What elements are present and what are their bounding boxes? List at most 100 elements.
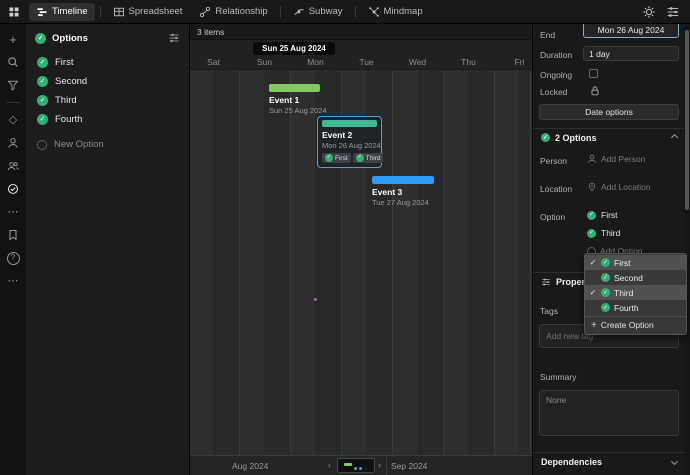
section-title: Dependencies (541, 457, 602, 467)
items-count: 3 items (197, 27, 224, 37)
view-options-sliders-icon[interactable] (666, 5, 680, 19)
end-label: End (540, 30, 555, 40)
person-icon[interactable] (5, 135, 21, 151)
overflow-icon[interactable]: ⋯ (5, 273, 21, 289)
check-circle-icon: ✓ (587, 211, 596, 220)
check-circle-icon: ✓ (601, 303, 610, 312)
tab-label: Subway (309, 6, 343, 17)
scrollbar-thumb[interactable] (685, 30, 689, 210)
tab-mindmap[interactable]: Mindmap (361, 3, 430, 21)
options-check-circle-icon[interactable] (5, 181, 21, 197)
timeline-grid[interactable]: Event 1 Sun 25 Aug 2024 Event 2 Mon 26 A… (190, 71, 532, 455)
option-list-item[interactable]: ✓ Second (26, 72, 189, 91)
rail-divider (6, 102, 20, 103)
event-2-bar[interactable] (322, 120, 377, 127)
options-section-header[interactable]: ✓ 2 Options (533, 128, 684, 146)
dropdown-item-fourth[interactable]: ✓ Fourth (585, 300, 686, 315)
summary-value: None (546, 395, 566, 405)
tab-separator (355, 6, 356, 18)
minimap[interactable] (337, 458, 375, 473)
duration-label: Duration (540, 50, 572, 60)
ongoing-checkbox[interactable] (589, 69, 598, 78)
check-circle-icon: ✓ (325, 154, 333, 162)
people-icon[interactable] (5, 158, 21, 174)
day-label: Sat (190, 57, 239, 67)
tab-subway[interactable]: Subway (286, 3, 350, 21)
event-3-bar[interactable] (372, 176, 434, 184)
help-icon[interactable]: ? (5, 250, 21, 266)
bookmark-icon[interactable] (5, 227, 21, 243)
day-label: Wed (392, 57, 443, 67)
option-value-third[interactable]: ✓ Third (587, 228, 620, 238)
option-label: First (55, 57, 73, 68)
check-circle-icon: ✓ (356, 154, 364, 162)
check-circle-icon: ✓ (587, 229, 596, 238)
day-label: Fri (494, 57, 532, 67)
date-options-label: Date options (585, 107, 633, 117)
inspector-panel: End Mon 26 Aug 2024 Duration 1 day Ongoi… (532, 24, 684, 475)
option-list-item[interactable]: ✓ First (26, 53, 189, 72)
create-option-button[interactable]: + Create Option (585, 316, 686, 333)
scrollbar-track (684, 24, 690, 475)
marker-dot (314, 298, 317, 301)
panel-filter-icon[interactable] (168, 32, 180, 44)
event-1-bar[interactable] (269, 84, 320, 92)
day-label: Thu (443, 57, 494, 67)
dependencies-section-header[interactable]: Dependencies (533, 452, 684, 470)
end-date-field[interactable]: Mon 26 Aug 2024 (583, 24, 679, 38)
option-list-item[interactable]: ✓ Fourth (26, 110, 189, 129)
option-list-item[interactable]: ✓ Third (26, 91, 189, 110)
event-date: Tue 27 Aug 2024 (372, 198, 434, 207)
check-circle-icon: ✓ (37, 114, 48, 125)
option-list-item-new[interactable]: New Option (26, 135, 189, 154)
tag-chip[interactable]: ✓ First (322, 153, 351, 163)
more-icon[interactable]: ⋯ (5, 204, 21, 220)
left-icon-rail: + ◇ ⋯ ? ⋯ (0, 24, 26, 475)
tab-timeline[interactable]: Timeline (29, 3, 95, 21)
spreadsheet-icon (113, 6, 125, 18)
add-icon[interactable]: + (5, 31, 21, 47)
empty-circle-icon (37, 140, 47, 150)
summary-field[interactable]: None (539, 390, 679, 436)
event-date: Sun 25 Aug 2024 (269, 106, 320, 115)
add-person-placeholder[interactable]: Add Person (587, 154, 645, 164)
search-icon[interactable] (5, 54, 21, 70)
minimap-dot-green (344, 463, 352, 466)
option-value-first[interactable]: ✓ First (587, 210, 618, 220)
option-label: Fourth (55, 114, 82, 125)
dropdown-item-second[interactable]: ✓ Second (585, 270, 686, 285)
diamond-icon[interactable]: ◇ (5, 112, 21, 128)
day-label: Tue (341, 57, 392, 67)
tab-spreadsheet[interactable]: Spreadsheet (106, 3, 190, 21)
tab-label: Relationship (215, 6, 267, 17)
tag-label: Third (366, 155, 381, 162)
selected-check-icon: ✓ (589, 288, 597, 297)
event-2-card-selected[interactable]: Event 2 Mon 26 Aug 2024 ✓ First ✓ Third (317, 116, 382, 168)
month-divider (386, 456, 387, 475)
person-label: Person (540, 156, 567, 166)
minimap-next-icon[interactable]: › (378, 460, 381, 470)
check-circle-icon: ✓ (541, 133, 550, 142)
tag-chip[interactable]: ✓ Third (353, 153, 384, 163)
add-location-placeholder[interactable]: Add Location (587, 182, 651, 192)
tag-label: First (335, 155, 348, 162)
tab-relationship[interactable]: Relationship (192, 3, 274, 21)
event-3[interactable]: Event 3 Tue 27 Aug 2024 (372, 176, 434, 207)
tags-label: Tags (540, 306, 558, 316)
event-1[interactable]: Event 1 Sun 25 Aug 2024 (269, 84, 320, 115)
filter-icon[interactable] (5, 77, 21, 93)
options-panel-title: Options (52, 33, 88, 44)
date-options-button[interactable]: Date options (539, 104, 679, 120)
duration-field[interactable]: 1 day (583, 46, 679, 61)
check-circle-icon: ✓ (601, 258, 610, 267)
dropdown-item-first[interactable]: ✓ ✓ First (585, 255, 686, 270)
minimap-dot-blue (359, 467, 362, 470)
minimap-prev-icon[interactable]: ‹ (328, 460, 331, 470)
day-header-row: Sat Sun Mon Tue Wed Thu Fri (190, 57, 532, 67)
option-label: Third (55, 95, 77, 106)
dropdown-item-third[interactable]: ✓ ✓ Third (585, 285, 686, 300)
selected-check-icon: ✓ (589, 258, 597, 267)
event-title: Event 2 (322, 130, 377, 140)
settings-gear-icon[interactable] (642, 5, 656, 19)
lock-icon[interactable] (589, 85, 601, 97)
